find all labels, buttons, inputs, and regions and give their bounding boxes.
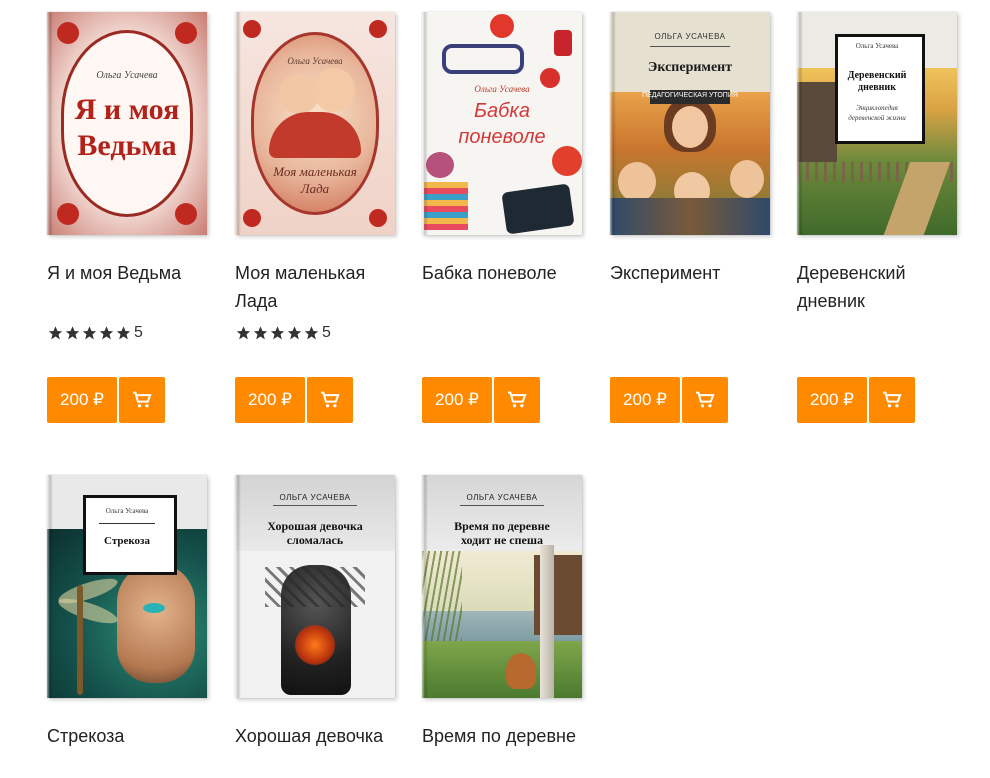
- book-title[interactable]: Время по деревне: [422, 722, 587, 778]
- cover-author: Ольга Усачева: [855, 42, 899, 50]
- cover-author: ОЛЬГА УСАЧЕВА: [279, 493, 351, 502]
- add-to-cart-button[interactable]: [682, 377, 728, 423]
- book-card: ОЛЬГА УСАЧЕВА Хорошая девочка сломалась …: [235, 475, 405, 778]
- book-cover[interactable]: Ольга Усачева Я и моя Ведьма: [47, 12, 207, 235]
- book-cover[interactable]: Ольга Усачева Стрекоза: [47, 475, 207, 698]
- price-button[interactable]: 200 ₽: [47, 377, 117, 423]
- book-card: Ольга Усачева Я и моя Ведьма Я и моя Вед…: [47, 12, 217, 423]
- book-cover[interactable]: ОЛЬГА УСАЧЕВА Эксперимент ПЕДАГОГИЧЕСКАЯ…: [610, 12, 770, 235]
- cover-title: Бабка: [474, 100, 530, 122]
- cart-icon: [133, 391, 152, 408]
- add-to-cart-button[interactable]: [307, 377, 353, 423]
- cover-title: Ведьма: [77, 129, 177, 162]
- book-cover[interactable]: Ольга Усачева Деревенский дневник Энцикл…: [797, 12, 957, 235]
- cover-subtitle: деревенской жизни: [848, 114, 906, 122]
- star-icon: [304, 326, 319, 340]
- star-icon: [99, 326, 114, 340]
- cover-author: ОЛЬГА УСАЧЕВА: [654, 32, 726, 41]
- book-title[interactable]: Бабка поневоле: [422, 259, 587, 315]
- book-card: Ольга Усачева Бабка поневоле Бабка понев…: [422, 12, 592, 423]
- rating: 5: [235, 321, 405, 345]
- cover-title: Стрекоза: [104, 535, 150, 547]
- star-icon: [287, 326, 302, 340]
- price-button[interactable]: 200 ₽: [610, 377, 680, 423]
- book-title[interactable]: Моя маленькая Лада: [235, 259, 400, 315]
- cover-title: Хорошая девочка: [267, 519, 363, 533]
- star-icon: [116, 326, 131, 340]
- star-icon: [48, 326, 63, 340]
- book-title[interactable]: Деревенский дневник: [797, 259, 962, 315]
- star-icon: [236, 326, 251, 340]
- cover-title: Моя маленькая: [273, 164, 357, 179]
- cover-author: Ольга Усачева: [105, 507, 149, 515]
- rating: 5: [47, 321, 217, 345]
- rating-stars: [47, 325, 132, 341]
- cover-title: ходит не спеша: [460, 533, 543, 547]
- cover-title: Я и моя: [74, 93, 180, 126]
- book-cover[interactable]: Ольга Усачева Бабка поневоле: [422, 12, 582, 235]
- book-title[interactable]: Эксперимент: [610, 259, 775, 315]
- price-button[interactable]: 200 ₽: [797, 377, 867, 423]
- add-to-cart-button[interactable]: [119, 377, 165, 423]
- cover-title: дневник: [858, 82, 896, 93]
- book-cover[interactable]: ОЛЬГА УСАЧЕВА Хорошая девочка сломалась: [235, 475, 395, 698]
- book-title[interactable]: Стрекоза: [47, 722, 212, 778]
- book-card: Ольга Усачева Стрекоза Стрекоза: [47, 475, 217, 778]
- book-card: Ольга Усачева Деревенский дневник Энцикл…: [797, 12, 967, 423]
- add-to-cart-button[interactable]: [869, 377, 915, 423]
- cover-title: поневоле: [458, 126, 546, 148]
- star-icon: [270, 326, 285, 340]
- add-to-cart-button[interactable]: [494, 377, 540, 423]
- book-card: ОЛЬГА УСАЧЕВА Время по деревне ходит не …: [422, 475, 592, 778]
- book-title[interactable]: Хорошая девочка: [235, 722, 400, 778]
- cart-icon: [321, 391, 340, 408]
- cart-icon: [696, 391, 715, 408]
- book-card: ОЛЬГА УСАЧЕВА Эксперимент ПЕДАГОГИЧЕСКАЯ…: [610, 12, 780, 423]
- cover-author: Ольга Усачева: [474, 84, 530, 94]
- cover-subtitle: ПЕДАГОГИЧЕСКАЯ УТОПИЯ: [642, 92, 738, 99]
- cart-icon: [508, 391, 527, 408]
- rating-stars: [235, 325, 320, 341]
- cover-title: Время по деревне: [454, 519, 550, 533]
- cover-title: сломалась: [286, 533, 344, 547]
- cover-title: Эксперимент: [647, 60, 733, 75]
- cover-subtitle: Энциклопедия: [856, 104, 898, 112]
- book-title[interactable]: Я и моя Ведьма: [47, 259, 212, 315]
- cover-author: Ольга Усачева: [287, 56, 343, 66]
- cover-title: Лада: [300, 181, 330, 196]
- star-icon: [253, 326, 268, 340]
- price-button[interactable]: 200 ₽: [235, 377, 305, 423]
- rating-value: 5: [134, 324, 143, 341]
- star-icon: [65, 326, 80, 340]
- book-cover[interactable]: ОЛЬГА УСАЧЕВА Время по деревне ходит не …: [422, 475, 582, 698]
- rating-value: 5: [322, 324, 331, 341]
- cover-author: Ольга Усачева: [96, 70, 158, 81]
- star-icon: [82, 326, 97, 340]
- book-card: Ольга Усачева Моя маленькая Лада Моя мал…: [235, 12, 405, 423]
- cover-author: ОЛЬГА УСАЧЕВА: [466, 493, 538, 502]
- price-button[interactable]: 200 ₽: [422, 377, 492, 423]
- book-cover[interactable]: Ольга Усачева Моя маленькая Лада: [235, 12, 395, 235]
- cover-title: Деревенский: [847, 70, 907, 81]
- cart-icon: [883, 391, 902, 408]
